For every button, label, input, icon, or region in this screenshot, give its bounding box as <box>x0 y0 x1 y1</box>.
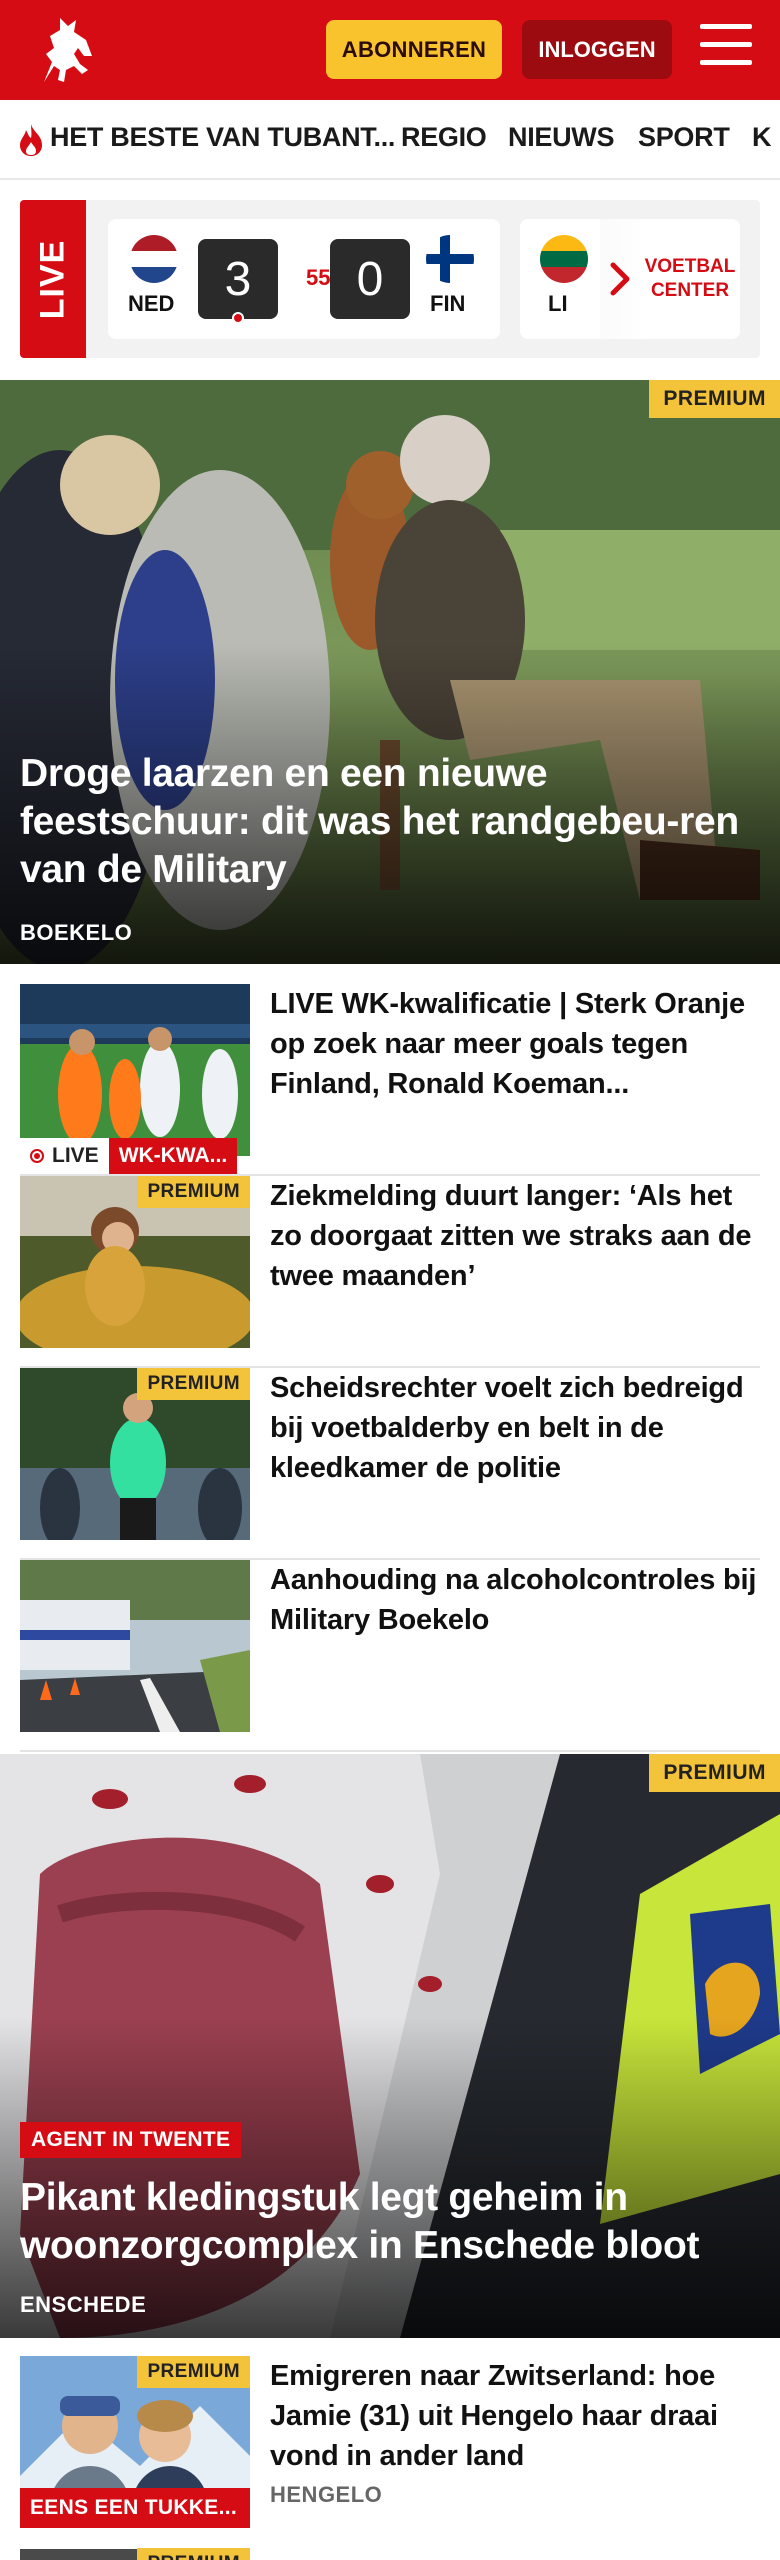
away-score: 0 <box>330 239 410 319</box>
article-title[interactable]: Aanhouding na alcoholcontroles bij Milit… <box>270 1560 760 1640</box>
hero-article-military[interactable]: PREMIUM Droge laarzen en een nieuwe fees… <box>0 380 780 964</box>
site-header: ABONNEREN INLOGGEN <box>0 0 780 100</box>
article-title[interactable]: Scheidsrechter voelt zich bedreigd bij v… <box>270 1368 760 1488</box>
premium-badge: PREMIUM <box>137 2548 250 2560</box>
list-item[interactable]: LIVE WK-KWA... LIVE WK-kwalificatie | St… <box>20 984 760 1176</box>
premium-badge: PREMIUM <box>137 1176 250 1208</box>
hero-title[interactable]: Pikant kledingstuk legt geheim in woonzo… <box>20 2174 760 2270</box>
hero-article-agent[interactable]: PREMIUM AGENT IN TWENTE Pikant kledingst… <box>0 1754 780 2338</box>
thumb-football-match <box>20 984 250 1156</box>
scoring-indicator-dot <box>232 312 244 324</box>
thumb-referee: PREMIUM <box>20 1368 250 1540</box>
voetbal-center-link[interactable]: VOETBAL CENTER <box>640 219 740 339</box>
nav-item-regio[interactable]: REGIO <box>401 122 487 153</box>
home-team-code: NED <box>128 291 175 316</box>
series-tag[interactable]: AGENT IN TWENTE <box>20 2122 242 2158</box>
list-item[interactable]: PREMIUM EENS EEN TUKKE... Emigreren naar… <box>20 2356 760 2536</box>
thumb-police-check <box>20 1560 250 1732</box>
nav-item-het-beste[interactable]: HET BESTE VAN TUBANT... <box>50 122 395 153</box>
nav-item-nieuws[interactable]: NIEUWS <box>508 122 615 153</box>
premium-badge: PREMIUM <box>649 380 780 418</box>
away-team-code: FIN <box>430 291 466 316</box>
list-item[interactable]: Aanhouding na alcoholcontroles bij Milit… <box>20 1560 760 1752</box>
article-title[interactable]: Emigreren naar Zwitserland: hoe Jamie (3… <box>270 2356 760 2476</box>
nav-item-next[interactable]: K <box>752 122 772 153</box>
article-location: HENGELO <box>270 2482 383 2507</box>
list-item[interactable]: PREMIUM <box>20 2548 760 2560</box>
netherlands-flag-icon <box>130 235 178 283</box>
section-nav: HET BESTE VAN TUBANT... REGIO NIEUWS SPO… <box>0 100 780 180</box>
thumb-sick-woman: PREMIUM <box>20 1176 250 1348</box>
hamburger-menu-icon[interactable] <box>700 24 752 74</box>
hero-location: ENSCHEDE <box>20 2292 147 2317</box>
article-title[interactable]: Ziekmelding duurt langer: ‘Als het zo do… <box>270 1176 760 1296</box>
article-title[interactable]: LIVE WK-kwalificatie | Sterk Oranje op z… <box>270 984 760 1104</box>
premium-badge: PREMIUM <box>137 2356 250 2388</box>
hero-title[interactable]: Droge laarzen en een nieuwe feestschuur:… <box>20 750 760 894</box>
finland-flag-icon <box>426 235 474 283</box>
list-item[interactable]: PREMIUM Ziekmelding duurt langer: ‘Als h… <box>20 1176 760 1368</box>
login-button[interactable]: INLOGGEN <box>522 20 672 79</box>
home-score: 3 <box>198 239 278 319</box>
thumb-partial: PREMIUM <box>20 2548 250 2560</box>
series-tag: EENS EEN TUKKE... <box>20 2488 250 2528</box>
match-card-ned-fin[interactable]: NED 3 55' 0 FIN <box>108 219 500 339</box>
category-tag: WK-KWA... <box>108 1138 238 1174</box>
flame-icon <box>20 124 42 156</box>
match-card-next[interactable]: LI <box>520 219 600 339</box>
live-scores-bar: LIVE NED 3 55' 0 FIN LI VOETBAL CENTER <box>20 200 760 358</box>
list-item[interactable]: PREMIUM Scheidsrechter voelt zich bedrei… <box>20 1368 760 1560</box>
lithuania-flag-icon <box>540 235 588 283</box>
live-indicator: LIVE WK-KWA... <box>20 1138 238 1174</box>
live-record-icon <box>30 1149 44 1163</box>
premium-badge: PREMIUM <box>137 1368 250 1400</box>
tubantia-horse-logo[interactable] <box>30 10 106 90</box>
thumb-couple-mountains: PREMIUM EENS EEN TUKKE... <box>20 2356 250 2528</box>
subscribe-button[interactable]: ABONNEREN <box>326 20 502 79</box>
live-label: LIVE <box>20 200 86 358</box>
next-team-code: LI <box>548 291 568 316</box>
hero-location: BOEKELO <box>20 920 133 945</box>
nav-item-sport[interactable]: SPORT <box>638 122 730 153</box>
premium-badge: PREMIUM <box>649 1754 780 1792</box>
